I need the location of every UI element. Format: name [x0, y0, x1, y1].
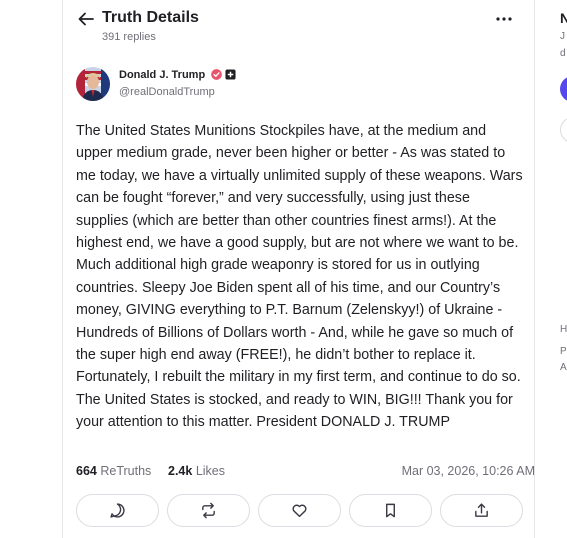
likes-stat[interactable]: 2.4k Likes — [168, 464, 225, 478]
page-header: Truth Details 391 replies — [63, 0, 536, 50]
likes-count: 2.4k — [168, 464, 193, 478]
retruths-count: 664 — [76, 464, 97, 478]
like-button[interactable] — [258, 494, 341, 527]
bookmark-icon — [386, 503, 395, 518]
sidebar-heading: N — [560, 10, 567, 26]
sidebar-primary-button[interactable] — [560, 76, 567, 102]
more-options-button[interactable] — [493, 10, 515, 28]
back-arrow-icon — [78, 12, 94, 26]
sidebar-text-line: d — [560, 48, 566, 59]
likes-label: Likes — [195, 464, 226, 478]
sidebar-text-line[interactable]: A — [560, 362, 567, 373]
post-date: Mar 03, 2026, 10:26 AM — [401, 464, 535, 478]
author-handle: @realDonaldTrump — [119, 86, 215, 98]
reply-button[interactable] — [76, 494, 159, 527]
sidebar-text-line[interactable]: P — [560, 346, 567, 357]
post-detail-column: Truth Details 391 replies Donald J. Trum… — [62, 0, 535, 538]
verified-badge-icon — [211, 69, 222, 80]
author-name[interactable]: Donald J. Trump — [119, 69, 205, 81]
right-sidebar: N J d H P A — [536, 0, 567, 538]
page-title: Truth Details — [102, 9, 199, 26]
back-button[interactable] — [75, 9, 97, 29]
post-actions — [76, 494, 524, 527]
bookmark-button[interactable] — [349, 494, 432, 527]
retruth-button[interactable] — [167, 494, 250, 527]
more-dots-icon — [496, 17, 512, 21]
retruths-label: ReTruths — [100, 464, 152, 478]
reply-icon — [110, 503, 125, 518]
share-button[interactable] — [440, 494, 523, 527]
reply-count: 391 replies — [102, 31, 156, 43]
post-text: The United States Munitions Stockpiles h… — [76, 123, 523, 431]
avatar-image — [76, 67, 110, 101]
sidebar-text-line[interactable]: H — [560, 324, 567, 335]
plus-badge-icon — [225, 69, 236, 80]
retruth-icon — [202, 502, 215, 519]
post-stats: 664 ReTruths 2.4k Likes Mar 03, 2026, 10… — [76, 464, 535, 480]
avatar[interactable] — [76, 67, 110, 101]
share-icon — [475, 503, 488, 517]
sidebar-text-line: J — [560, 31, 565, 42]
sidebar-secondary-button[interactable] — [560, 117, 567, 143]
post-author: Donald J. Trump @realDonaldTrump — [76, 67, 376, 101]
heart-icon — [292, 504, 307, 518]
author-badges — [211, 69, 236, 80]
retruths-stat[interactable]: 664 ReTruths — [76, 464, 151, 478]
